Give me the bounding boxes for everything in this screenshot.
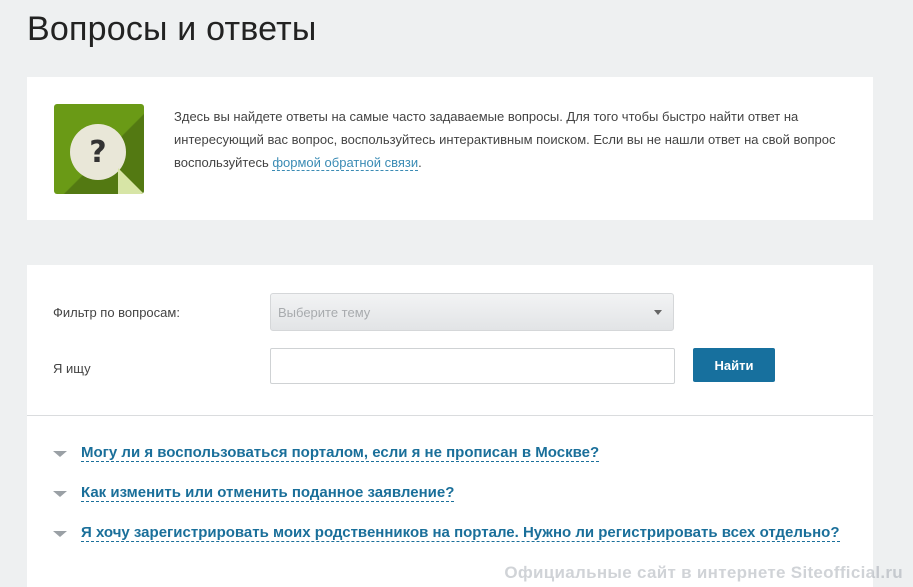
info-card: ? Здесь вы найдете ответы на самые часто… [27,77,873,220]
triangle-down-icon [53,451,67,457]
filter-label: Фильтр по вопросам: [53,305,180,320]
query-label: Я ищу [53,361,91,376]
faq-question[interactable]: Я хочу зарегистрировать моих родственник… [81,524,840,542]
faq-list: Могу ли я воспользоваться порталом, если… [53,442,853,562]
faq-item[interactable]: Я хочу зарегистрировать моих родственник… [53,522,853,544]
topic-select[interactable]: Выберите тему [270,293,674,331]
info-text: Здесь вы найдете ответы на самые часто з… [174,105,849,174]
triangle-down-icon [53,531,67,537]
faq-item[interactable]: Как изменить или отменить поданное заявл… [53,482,853,504]
watermark: Официальные сайт в интернете Siteofficia… [504,563,903,582]
search-card: Фильтр по вопросам: Выберите тему Я ищу … [27,265,873,587]
question-mark-icon: ? [54,104,144,194]
faq-item[interactable]: Могу ли я воспользоваться порталом, если… [53,442,853,464]
icon-page-fold [118,168,144,194]
triangle-down-icon [53,491,67,497]
topic-select-value: Выберите тему [278,305,371,320]
search-input[interactable] [270,348,675,384]
faq-question[interactable]: Как изменить или отменить поданное заявл… [81,484,455,502]
chevron-down-icon [654,310,662,315]
find-button[interactable]: Найти [693,348,775,382]
page-title: Вопросы и ответы [27,10,317,48]
info-text-end: . [418,155,422,170]
feedback-form-link[interactable]: формой обратной связи [272,155,419,171]
page: Вопросы и ответы ? Здесь вы найдете отве… [0,0,913,587]
divider [27,415,873,416]
faq-question[interactable]: Могу ли я воспользоваться порталом, если… [81,444,600,462]
